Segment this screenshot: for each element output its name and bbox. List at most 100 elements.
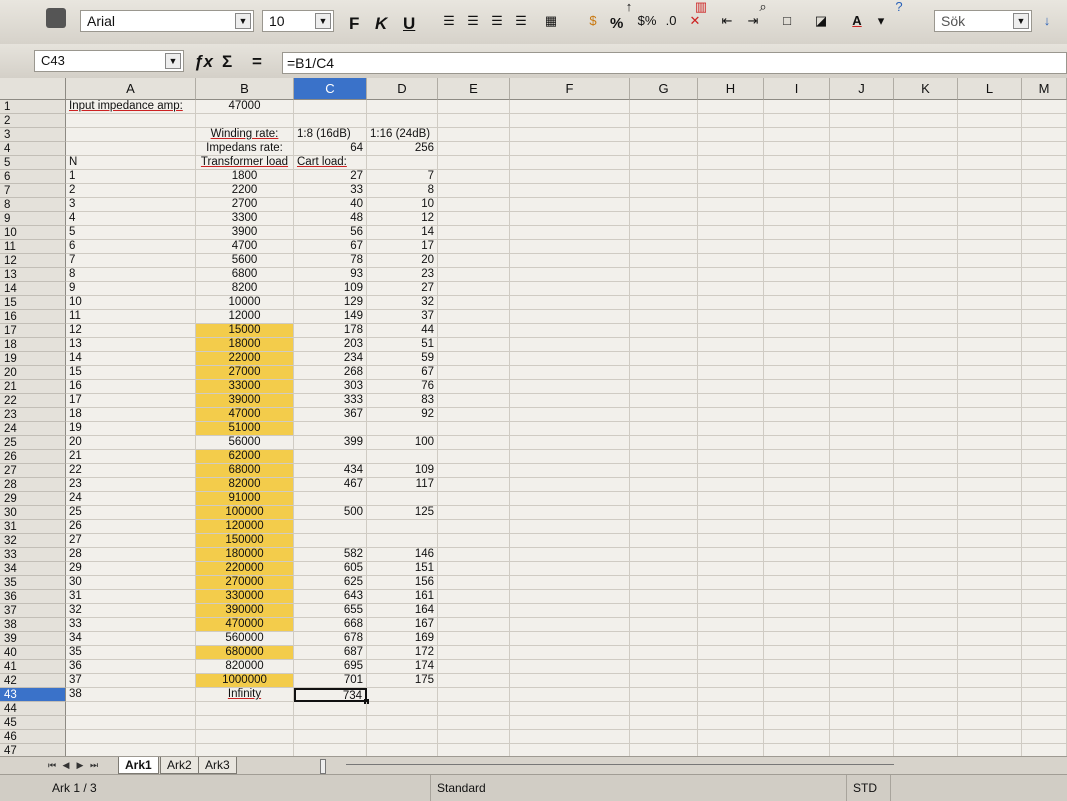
cell-d26[interactable]	[367, 450, 438, 464]
cell-k26[interactable]	[894, 450, 958, 464]
cell-j43[interactable]	[830, 688, 894, 702]
cell-m40[interactable]	[1022, 646, 1067, 660]
cell-a6[interactable]: 1	[66, 170, 196, 184]
cell-m25[interactable]	[1022, 436, 1067, 450]
cell-k34[interactable]	[894, 562, 958, 576]
row-header[interactable]: 3	[0, 128, 66, 142]
cell-g46[interactable]	[630, 730, 698, 744]
row-header[interactable]: 1	[0, 100, 66, 114]
row-header[interactable]: 22	[0, 394, 66, 408]
cell-l35[interactable]	[958, 576, 1022, 590]
cell-k44[interactable]	[894, 702, 958, 716]
cell-l10[interactable]	[958, 226, 1022, 240]
row-header[interactable]: 36	[0, 590, 66, 604]
cell-l15[interactable]	[958, 296, 1022, 310]
cell-b45[interactable]	[196, 716, 294, 730]
cell-i26[interactable]	[764, 450, 830, 464]
cell-j17[interactable]	[830, 324, 894, 338]
cell-f32[interactable]	[510, 534, 630, 548]
cell-h15[interactable]	[698, 296, 764, 310]
cell-e5[interactable]	[438, 156, 510, 170]
cell-e40[interactable]	[438, 646, 510, 660]
row-header[interactable]: 46	[0, 730, 66, 744]
cell-l47[interactable]	[958, 744, 1022, 756]
cell-d39[interactable]: 169	[367, 632, 438, 646]
row-header[interactable]: 27	[0, 464, 66, 478]
cell-j46[interactable]	[830, 730, 894, 744]
cell-l31[interactable]	[958, 520, 1022, 534]
column-header-h[interactable]: H	[698, 78, 764, 100]
cell-i40[interactable]	[764, 646, 830, 660]
cell-a21[interactable]: 16	[66, 380, 196, 394]
cell-i27[interactable]	[764, 464, 830, 478]
cell-g45[interactable]	[630, 716, 698, 730]
cell-i47[interactable]	[764, 744, 830, 756]
cell-l40[interactable]	[958, 646, 1022, 660]
cell-j31[interactable]	[830, 520, 894, 534]
cell-f45[interactable]	[510, 716, 630, 730]
cell-f34[interactable]	[510, 562, 630, 576]
cell-a10[interactable]: 5	[66, 226, 196, 240]
cell-d5[interactable]	[367, 156, 438, 170]
cell-g26[interactable]	[630, 450, 698, 464]
cell-m16[interactable]	[1022, 310, 1067, 324]
cell-g24[interactable]	[630, 422, 698, 436]
cell-l26[interactable]	[958, 450, 1022, 464]
cell-b29[interactable]: 91000	[196, 492, 294, 506]
cell-j42[interactable]	[830, 674, 894, 688]
chevron-down-icon[interactable]: ▼	[235, 13, 251, 29]
cell-f43[interactable]	[510, 688, 630, 702]
cell-b27[interactable]: 68000	[196, 464, 294, 478]
cell-g29[interactable]	[630, 492, 698, 506]
cell-j45[interactable]	[830, 716, 894, 730]
cell-e19[interactable]	[438, 352, 510, 366]
cell-h30[interactable]	[698, 506, 764, 520]
cell-l44[interactable]	[958, 702, 1022, 716]
row-header[interactable]: 9	[0, 212, 66, 226]
font-name-combo[interactable]: Arial ▼	[80, 10, 254, 32]
column-header-b[interactable]: B	[196, 78, 294, 100]
cell-j28[interactable]	[830, 478, 894, 492]
row-header[interactable]: 13	[0, 268, 66, 282]
cell-i29[interactable]	[764, 492, 830, 506]
cell-e20[interactable]	[438, 366, 510, 380]
cell-j7[interactable]	[830, 184, 894, 198]
row-header[interactable]: 25	[0, 436, 66, 450]
cell-k18[interactable]	[894, 338, 958, 352]
cell-m46[interactable]	[1022, 730, 1067, 744]
cell-f7[interactable]	[510, 184, 630, 198]
cell-g17[interactable]	[630, 324, 698, 338]
cell-h8[interactable]	[698, 198, 764, 212]
cell-h5[interactable]	[698, 156, 764, 170]
help-icon[interactable]: ?	[888, 0, 910, 18]
cell-d40[interactable]: 172	[367, 646, 438, 660]
row-header[interactable]: 8	[0, 198, 66, 212]
cell-b32[interactable]: 150000	[196, 534, 294, 548]
cell-l17[interactable]	[958, 324, 1022, 338]
cell-k7[interactable]	[894, 184, 958, 198]
cell-j4[interactable]	[830, 142, 894, 156]
cell-b9[interactable]: 3300	[196, 212, 294, 226]
cell-k6[interactable]	[894, 170, 958, 184]
cell-k10[interactable]	[894, 226, 958, 240]
cell-m13[interactable]	[1022, 268, 1067, 282]
cell-m6[interactable]	[1022, 170, 1067, 184]
cell-i34[interactable]	[764, 562, 830, 576]
cell-d12[interactable]: 20	[367, 254, 438, 268]
cell-k30[interactable]	[894, 506, 958, 520]
cell-d46[interactable]	[367, 730, 438, 744]
column-header-a[interactable]: A	[66, 78, 196, 100]
cell-e37[interactable]	[438, 604, 510, 618]
row-header[interactable]: 42	[0, 674, 66, 688]
add-decimal-icon[interactable]: .0	[660, 10, 682, 32]
cell-c22[interactable]: 333	[294, 394, 367, 408]
cell-h10[interactable]	[698, 226, 764, 240]
cell-m33[interactable]	[1022, 548, 1067, 562]
row-header[interactable]: 30	[0, 506, 66, 520]
cell-a13[interactable]: 8	[66, 268, 196, 282]
cell-d38[interactable]: 167	[367, 618, 438, 632]
cell-i12[interactable]	[764, 254, 830, 268]
cell-c2[interactable]	[294, 114, 367, 128]
cell-m26[interactable]	[1022, 450, 1067, 464]
cell-c47[interactable]	[294, 744, 367, 756]
